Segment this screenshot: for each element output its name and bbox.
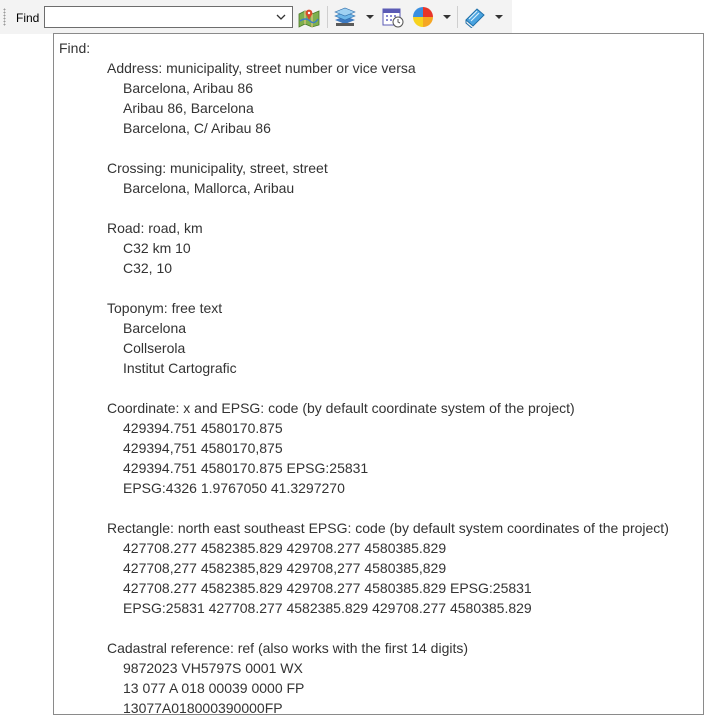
help-example: 13077A018000390000FP — [123, 700, 283, 715]
book-icon[interactable] — [463, 6, 487, 28]
search-help-panel: Find: Address: municipality, street numb… — [53, 33, 704, 715]
help-example: Barcelona — [123, 320, 187, 336]
help-section-title: Toponym: free text — [107, 300, 223, 316]
help-section-title: Cadastral reference: ref (also works wit… — [107, 640, 469, 656]
help-section-title: Road: road, km — [107, 220, 203, 236]
help-example: 427708,277 4582385,829 429708,277 458038… — [123, 560, 447, 576]
help-example: 9872023 VH5797S 0001 WX — [123, 660, 303, 676]
help-section: Toponym: free text Barcelona Collserola Ins… — [59, 298, 669, 378]
toolbar-separator — [327, 6, 328, 28]
search-input[interactable] — [47, 8, 271, 26]
help-section-title: Address: municipality, street number or … — [107, 60, 416, 76]
help-example: 429394.751 4580170.875 EPSG:25831 — [123, 460, 369, 476]
help-example: C32, 10 — [123, 260, 173, 276]
find-toolbar: Find — [0, 0, 512, 34]
help-example: 13 077 A 018 00039 0000 FP — [123, 680, 305, 696]
help-example: 427708.277 4582385.829 429708.277 458038… — [123, 540, 447, 556]
help-sections: Address: municipality, street number or … — [59, 58, 669, 715]
help-section: Rectangle: north east southeast EPSG: co… — [59, 518, 669, 618]
help-heading: Find: — [59, 40, 91, 56]
help-example: Collserola — [123, 340, 186, 356]
help-section: Crossing: municipality, street, street Ba… — [59, 158, 669, 198]
map-icon[interactable] — [297, 6, 321, 28]
help-example: 429394.751 4580170.875 — [123, 420, 283, 436]
layers-dropdown-icon[interactable] — [364, 10, 376, 24]
help-section: Cadastral reference: ref (also works wit… — [59, 638, 669, 715]
toolbar-separator — [457, 6, 458, 28]
color-dropdown-icon[interactable] — [441, 10, 453, 24]
help-example: Institut Cartografic — [123, 360, 237, 376]
help-example: Barcelona, C/ Aribau 86 — [123, 120, 271, 136]
book-dropdown-icon[interactable] — [493, 10, 505, 24]
help-example: Aribau 86, Barcelona — [123, 100, 254, 116]
help-section-title: Rectangle: north east southeast EPSG: co… — [107, 520, 669, 536]
help-section: Road: road, km C32 km 10 C32, 10 — [59, 218, 669, 278]
help-section-title: Crossing: municipality, street, street — [107, 160, 328, 176]
find-label: Find — [16, 11, 40, 25]
chevron-down-icon[interactable] — [272, 8, 290, 26]
find-combobox[interactable] — [44, 6, 293, 28]
help-example: Barcelona, Aribau 86 — [123, 80, 253, 96]
toolbar-grip[interactable] — [3, 8, 6, 26]
help-section-title: Coordinate: x and EPSG: code (by default… — [107, 400, 575, 416]
color-palette-icon[interactable] — [411, 6, 435, 28]
help-example: Barcelona, Mallorca, Aribau — [123, 180, 295, 196]
help-section: Address: municipality, street number or … — [59, 58, 669, 138]
layers-icon[interactable] — [333, 6, 357, 28]
help-example: EPSG:25831 427708.277 4582385.829 429708… — [123, 600, 532, 616]
help-example: EPSG:4326 1.9767050 41.3297270 — [123, 480, 345, 496]
help-section: Coordinate: x and EPSG: code (by default… — [59, 398, 669, 498]
help-example: 429394,751 4580170,875 — [123, 440, 283, 456]
search-help: Find: Address: municipality, street numb… — [59, 38, 669, 715]
help-example: C32 km 10 — [123, 240, 191, 256]
calendar-icon[interactable] — [381, 6, 405, 28]
help-example: 427708.277 4582385.829 429708.277 458038… — [123, 580, 532, 596]
